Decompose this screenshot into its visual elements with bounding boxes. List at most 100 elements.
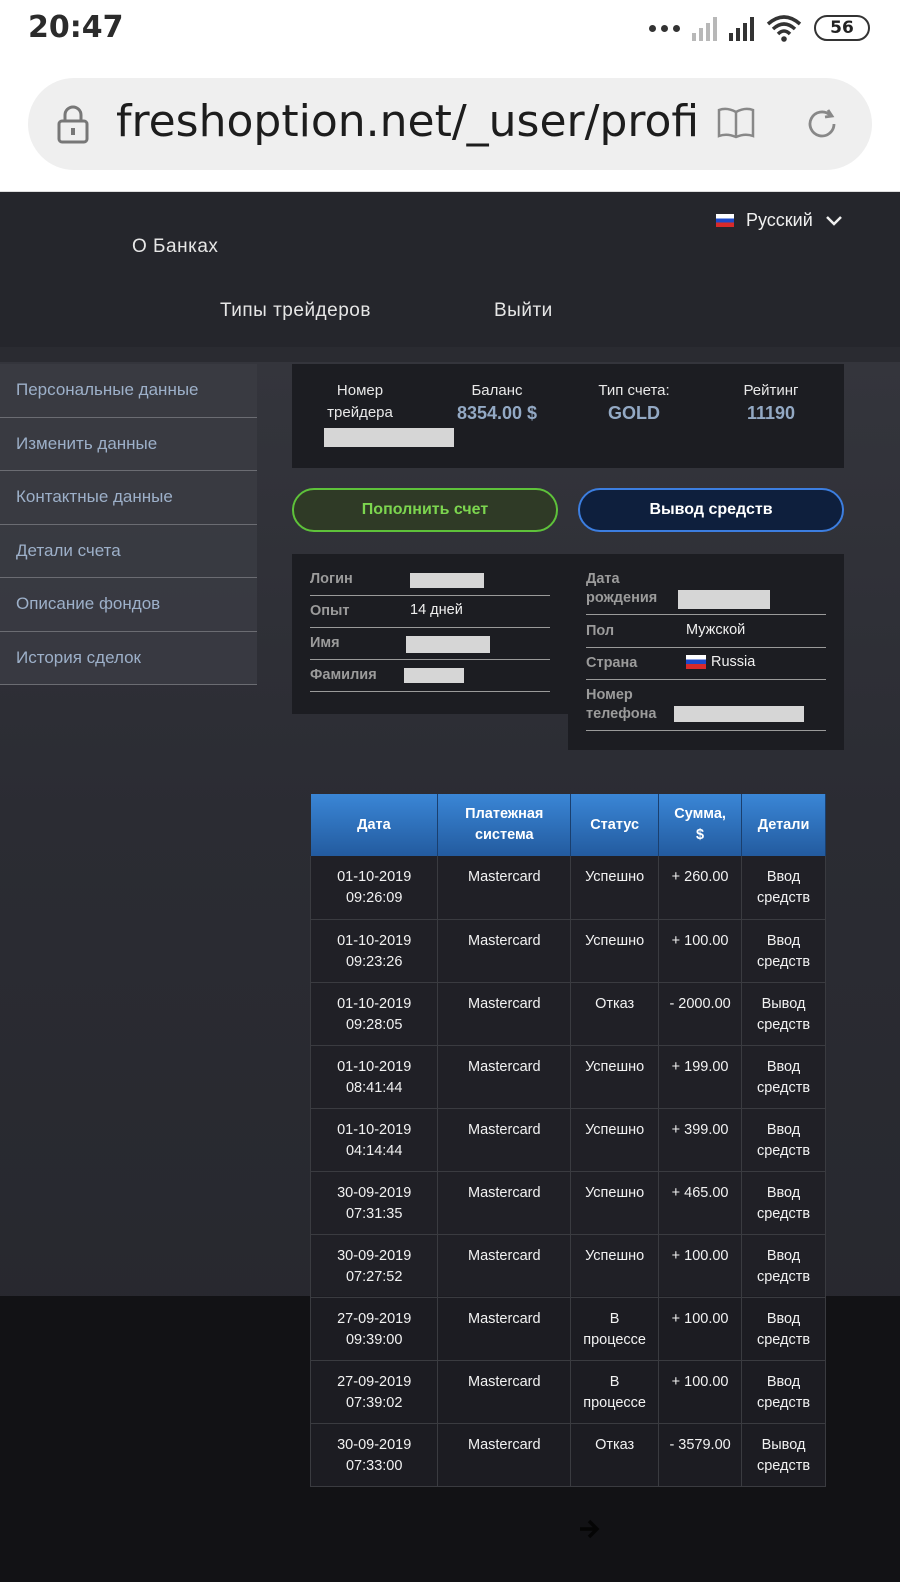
cell-details-text: Ввод средств bbox=[756, 932, 811, 970]
sidebar-item-edit-data[interactable]: Изменить данные bbox=[0, 417, 257, 471]
birth-date-row: Дата рождения bbox=[586, 570, 826, 615]
cell-payment-system-text: Mastercard bbox=[468, 1436, 541, 1453]
cell-status-text: Успешно bbox=[585, 1121, 645, 1138]
cell-details-text: Ввод средств bbox=[756, 1310, 811, 1348]
cell-amount-text: + 465.00 bbox=[671, 1184, 729, 1201]
signal-sim1-icon bbox=[729, 15, 754, 41]
table-row: 30-09-2019 07:27:52 Mastercard Успешно + 100… bbox=[309, 1234, 826, 1298]
table-row: 01-10-2019 08:41:44 Mastercard Успешно + 199… bbox=[309, 1045, 826, 1109]
cell-date: 30-09-2019 07:33:00 bbox=[309, 1423, 439, 1487]
cell-amount: + 399.00 bbox=[658, 1108, 743, 1172]
reload-icon[interactable] bbox=[804, 106, 840, 142]
header-details: Детали bbox=[741, 794, 826, 856]
gender-row: Пол Мужской bbox=[586, 622, 826, 648]
country-label: Страна bbox=[586, 655, 638, 671]
cell-status-text: Успешно bbox=[585, 1058, 645, 1075]
cell-amount: + 100.00 bbox=[658, 1297, 743, 1361]
address-bar[interactable]: freshoption.net/_user/profile bbox=[28, 78, 872, 170]
cell-details: Ввод средств bbox=[741, 1045, 826, 1109]
nav-trader-types[interactable]: Типы трейдеров bbox=[220, 300, 371, 322]
table-body: 01-10-2019 09:26:09 Mastercard Успешно + 260… bbox=[309, 856, 826, 1487]
cell-status-text: Успешно bbox=[585, 1184, 645, 1201]
cell-details-text: Ввод средств bbox=[756, 1373, 811, 1411]
withdraw-button[interactable]: Вывод средств bbox=[578, 488, 844, 532]
experience-row: Опыт 14 дней bbox=[310, 602, 550, 628]
cell-status: Успешно bbox=[570, 1045, 660, 1109]
cell-date: 30-09-2019 07:27:52 bbox=[309, 1234, 439, 1298]
chevron-down-icon bbox=[825, 215, 842, 226]
cell-amount: + 100.00 bbox=[658, 1234, 743, 1298]
account-type-label: Тип счета: bbox=[598, 382, 670, 399]
first-name-label: Имя bbox=[310, 635, 340, 651]
cell-status-text: Отказ bbox=[595, 995, 635, 1012]
cell-details: Ввод средств bbox=[741, 1360, 826, 1424]
page-content: О Банках Типы трейдеров Выйти Русский Пе… bbox=[0, 192, 900, 1582]
header-date: Дата bbox=[310, 794, 439, 856]
sidebar-item-personal-data[interactable]: Персональные данные bbox=[0, 364, 257, 418]
nav-about-banks[interactable]: О Банках bbox=[132, 236, 218, 258]
cell-status-text: Успешно bbox=[585, 932, 645, 949]
cell-payment-system: Mastercard bbox=[437, 856, 572, 920]
first-name-redacted bbox=[406, 636, 490, 653]
rating: Рейтинг 11190 bbox=[718, 380, 824, 424]
country-row: Страна Russia bbox=[586, 654, 826, 680]
table-row: 01-10-2019 09:28:05 Mastercard Отказ - 2000.… bbox=[309, 982, 826, 1046]
cell-payment-system: Mastercard bbox=[437, 1045, 572, 1109]
header-status: Статус bbox=[570, 794, 660, 856]
header-amount: Сумма, $ bbox=[658, 794, 743, 856]
table-row: 30-09-2019 07:31:35 Mastercard Успешно + 465… bbox=[309, 1171, 826, 1235]
cell-payment-system-text: Mastercard bbox=[468, 1184, 541, 1201]
last-name-row: Фамилия bbox=[310, 666, 550, 692]
gender-value: Мужской bbox=[686, 622, 746, 638]
sidebar-item-account-details[interactable]: Детали счета bbox=[0, 524, 257, 578]
cell-status: Отказ bbox=[570, 1423, 660, 1487]
table-row: 27-09-2019 09:39:00 Mastercard В процессе + … bbox=[309, 1297, 826, 1361]
cell-amount: + 100.00 bbox=[658, 1360, 743, 1424]
cell-status-text: В процессе bbox=[583, 1373, 647, 1411]
cell-payment-system-text: Mastercard bbox=[468, 1121, 541, 1138]
battery-indicator: 56 bbox=[814, 15, 870, 41]
cell-details-text: Ввод средств bbox=[756, 869, 811, 906]
cell-date: 01-10-2019 08:41:44 bbox=[309, 1045, 439, 1109]
cell-date-text: 01-10-2019 bbox=[337, 1121, 412, 1138]
cell-details-text: Ввод средств bbox=[756, 1058, 811, 1096]
cell-amount-text: + 100.00 bbox=[671, 1247, 729, 1264]
cell-status: Успешно bbox=[570, 1234, 660, 1298]
sidebar-item-trade-history[interactable]: История сделок bbox=[0, 631, 257, 685]
language-selector[interactable]: Русский bbox=[716, 210, 843, 231]
first-name-row: Имя bbox=[310, 634, 550, 660]
cell-payment-system-text: Mastercard bbox=[468, 1373, 541, 1390]
cell-amount: + 199.00 bbox=[658, 1045, 743, 1109]
reader-mode-icon[interactable] bbox=[716, 106, 756, 140]
nav-logout[interactable]: Выйти bbox=[494, 300, 553, 322]
lock-icon bbox=[57, 105, 89, 144]
cell-amount-text: + 100.00 bbox=[671, 1373, 729, 1390]
cell-amount-text: + 260.00 bbox=[671, 869, 729, 885]
cell-payment-system-text: Mastercard bbox=[468, 1058, 541, 1075]
cell-date-text: 01-10-2019 bbox=[337, 995, 412, 1012]
sidebar-item-contact-data[interactable]: Контактные данные bbox=[0, 471, 257, 525]
cell-details: Ввод средств bbox=[741, 1297, 826, 1361]
deposit-button[interactable]: Пополнить счет bbox=[292, 488, 558, 532]
cell-amount-text: + 399.00 bbox=[671, 1121, 729, 1138]
table-row: 30-09-2019 07:33:00 Mastercard Отказ - 3579.… bbox=[309, 1423, 826, 1487]
cell-amount: + 100.00 bbox=[658, 919, 743, 983]
cell-amount: + 465.00 bbox=[658, 1171, 743, 1235]
url-text[interactable]: freshoption.net/_user/profile bbox=[116, 96, 698, 147]
table-header-row: Дата Платежная система Статус Сумма, $ Д… bbox=[310, 794, 826, 856]
cell-date-text: 09:23:26 bbox=[345, 953, 403, 970]
rating-value: 11190 bbox=[746, 403, 796, 423]
sidebar-item-funds-description[interactable]: Описание фондов bbox=[0, 578, 257, 632]
cell-date-text: 30-09-2019 bbox=[337, 1184, 412, 1201]
gender-label: Пол bbox=[586, 623, 615, 639]
arrow-right-icon[interactable] bbox=[578, 1518, 600, 1540]
cell-details: Вывод средств bbox=[741, 982, 826, 1046]
cell-date-text: 30-09-2019 bbox=[337, 1247, 412, 1264]
cell-date-text: 30-09-2019 bbox=[337, 1436, 412, 1453]
cell-date-text: 07:39:02 bbox=[345, 1394, 403, 1411]
cell-payment-system: Mastercard bbox=[437, 1108, 572, 1172]
cell-payment-system: Mastercard bbox=[437, 1234, 572, 1298]
cell-date-text: 08:41:44 bbox=[345, 1079, 403, 1096]
cell-details-text: Вывод средств bbox=[756, 1436, 811, 1474]
trader-number: Номер трейдера bbox=[308, 380, 454, 454]
